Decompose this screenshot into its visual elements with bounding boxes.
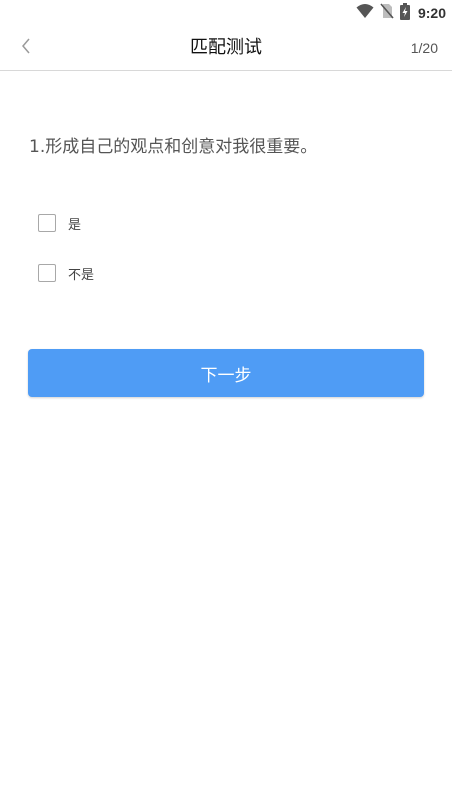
page-title: 匹配测试 [190,37,262,58]
question-progress: 1/20 [410,40,438,56]
nav-bar: 匹配测试 1/20 [0,26,452,71]
battery-charging-icon [399,2,410,24]
option-no-label: 不是 [68,267,95,283]
status-bar: 9:20 [0,0,452,26]
screen: 9:20 匹配测试 1/20 1.形成自己的观点和创意对我很重要。 是 不是 下… [0,0,452,809]
status-time: 9:20 [417,5,446,21]
answer-options: 是 不是 [38,211,94,311]
question-text: 1.形成自己的观点和创意对我很重要。 [29,137,318,157]
option-no-checkbox[interactable] [38,264,56,282]
option-yes-label: 是 [68,217,82,233]
option-yes[interactable]: 是 [38,211,94,235]
wifi-icon [356,3,374,23]
option-no[interactable]: 不是 [38,261,94,285]
no-sim-icon [380,3,394,23]
option-yes-checkbox[interactable] [38,214,56,232]
status-icons: 9:20 [356,2,446,24]
next-button[interactable]: 下一步 [28,349,424,397]
